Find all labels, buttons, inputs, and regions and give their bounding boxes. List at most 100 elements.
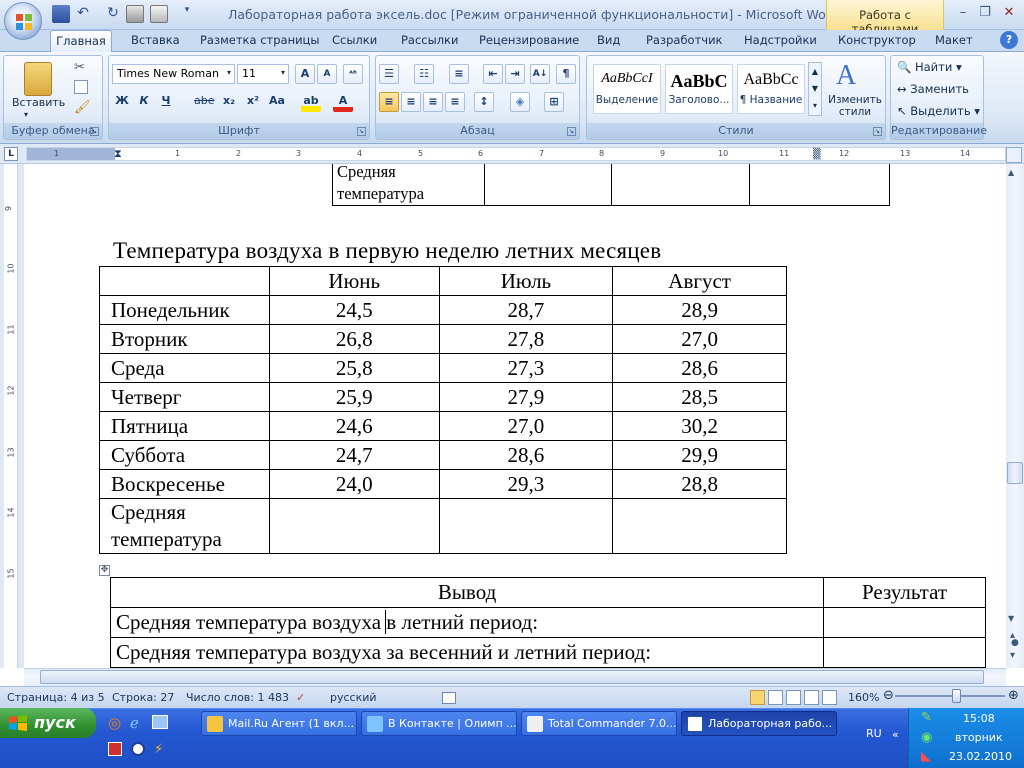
web-layout-icon[interactable] xyxy=(786,690,801,705)
result-cell[interactable] xyxy=(823,637,986,668)
task-total-commander[interactable]: Total Commander 7.0... xyxy=(521,711,677,736)
strikethrough-button[interactable]: abe xyxy=(194,92,215,112)
print-preview-icon[interactable] xyxy=(126,5,144,23)
save-icon[interactable] xyxy=(52,5,70,23)
tab-view[interactable]: Вид xyxy=(597,33,620,47)
tray-status-icon[interactable]: ◉ xyxy=(921,730,932,745)
page-indicator[interactable]: Страница: 4 из 5 xyxy=(7,691,105,704)
tab-mailings[interactable]: Рассылки xyxy=(401,33,458,47)
clock-time[interactable]: 15:08 xyxy=(963,712,995,725)
language-indicator[interactable]: русский xyxy=(330,691,377,704)
value-cell[interactable]: 27,0 xyxy=(438,411,614,441)
browse-object-icon[interactable]: ● xyxy=(1011,638,1019,648)
header-cell[interactable]: Вывод xyxy=(109,577,825,608)
tab-addins[interactable]: Надстройки xyxy=(744,33,817,47)
tab-selector-button[interactable]: L xyxy=(4,147,18,161)
value-cell[interactable]: 25,9 xyxy=(268,382,440,412)
tab-design[interactable]: Конструктор xyxy=(838,33,916,47)
avg-cell[interactable] xyxy=(438,498,614,554)
superscript-button[interactable]: x² xyxy=(243,92,263,112)
task-mail-agent[interactable]: Mail.Ru Агент (1 вкл... xyxy=(201,711,357,736)
horizontal-scroll-thumb[interactable] xyxy=(40,670,984,684)
value-cell[interactable]: 24,6 xyxy=(268,411,440,441)
change-styles-icon[interactable]: A xyxy=(836,60,856,92)
avg-cell[interactable] xyxy=(612,498,787,554)
italic-button[interactable]: К xyxy=(134,92,154,112)
style-emphasis[interactable]: AaBbCcI Выделение xyxy=(593,64,661,114)
scroll-down-icon[interactable]: ▼ xyxy=(1008,614,1014,623)
value-cell[interactable]: 25,8 xyxy=(268,353,440,383)
value-cell[interactable]: 28,8 xyxy=(612,469,787,499)
select-button[interactable]: ↖ Выделить ▾ xyxy=(897,104,980,118)
grow-font-icon[interactable]: A xyxy=(295,64,315,84)
ie-icon[interactable]: ℯ xyxy=(130,714,139,732)
tab-layout[interactable]: Макет xyxy=(935,33,973,47)
justify-icon[interactable]: ≡ xyxy=(445,92,465,112)
value-cell[interactable]: 27,0 xyxy=(612,324,787,354)
next-page-icon[interactable]: ▾ xyxy=(1010,650,1015,661)
outline-icon[interactable] xyxy=(804,690,819,705)
header-cell[interactable]: Результат xyxy=(823,577,986,608)
draft-icon[interactable] xyxy=(822,690,837,705)
table-cell[interactable] xyxy=(748,164,891,206)
value-cell[interactable]: 28,6 xyxy=(438,440,614,470)
font-color-icon[interactable]: A xyxy=(333,92,353,112)
change-styles-button[interactable]: Изменить стили xyxy=(826,94,884,118)
conclusion-cell[interactable]: Средняя температура воздуха за весенний … xyxy=(109,637,825,668)
document-page[interactable]: Средняя температура Температура воздуха … xyxy=(24,164,1006,668)
task-vkontakte[interactable]: В Контакте | Олимп ... xyxy=(361,711,517,736)
quicklaunch-icon-2[interactable] xyxy=(131,742,145,756)
column-marker-icon[interactable]: ▒ xyxy=(813,149,821,160)
increase-indent-icon[interactable]: ⇥ xyxy=(505,64,525,84)
quicklaunch-icon-1[interactable] xyxy=(108,742,122,756)
tray-antivirus-icon[interactable]: ◣ xyxy=(921,749,931,764)
day-cell[interactable]: Понедельник xyxy=(99,295,270,325)
format-painter-icon[interactable]: 🖌 xyxy=(74,100,91,115)
value-cell[interactable]: 26,8 xyxy=(268,324,440,354)
decrease-indent-icon[interactable]: ⇤ xyxy=(483,64,503,84)
header-cell[interactable]: Июль xyxy=(438,266,614,296)
conclusion-cell[interactable]: Средняя температура воздуха в летний пер… xyxy=(109,607,825,638)
view-ruler-icon[interactable] xyxy=(1006,147,1022,163)
highlight-icon[interactable]: ab xyxy=(301,92,321,112)
bullets-icon[interactable]: ☰ xyxy=(379,64,399,84)
align-center-icon[interactable]: ≡ xyxy=(401,92,421,112)
help-icon[interactable]: ? xyxy=(1000,31,1018,49)
find-button[interactable]: 🔍 Найти ▾ xyxy=(897,60,962,74)
tab-page-layout[interactable]: Разметка страницы xyxy=(200,33,319,47)
office-button[interactable] xyxy=(4,2,42,40)
copy-icon[interactable] xyxy=(74,80,88,94)
indent-marker-icon[interactable]: ⧗ xyxy=(114,147,122,161)
zoom-slider[interactable] xyxy=(895,695,1005,697)
value-cell[interactable]: 24,5 xyxy=(268,295,440,325)
undo-icon[interactable]: ↶ xyxy=(74,5,92,23)
day-cell[interactable]: Воскресенье xyxy=(99,469,270,499)
shading-icon[interactable]: ◈ xyxy=(510,92,530,112)
tray-expand-icon[interactable]: « xyxy=(892,728,899,741)
align-right-icon[interactable]: ≡ xyxy=(423,92,443,112)
value-cell[interactable]: 28,9 xyxy=(612,295,787,325)
font-name-combo[interactable]: Times New Roman ▾ xyxy=(112,64,235,84)
customize-toolbar-icon[interactable]: ▾ xyxy=(178,5,196,23)
full-screen-icon[interactable] xyxy=(768,690,783,705)
horizontal-ruler[interactable]: 1 ⧗ 1 2 3 4 5 6 7 8 9 10 11 12 13 14 ▒ xyxy=(26,147,1006,161)
underline-button[interactable]: Ч xyxy=(156,92,176,112)
language-bar[interactable]: RU xyxy=(866,727,882,740)
maximize-icon[interactable]: ❐ xyxy=(974,4,996,22)
clear-format-icon[interactable]: ᴬᴮ xyxy=(343,64,363,84)
tab-references[interactable]: Ссылки xyxy=(332,33,377,47)
spelling-icon[interactable]: ✓ xyxy=(296,691,305,704)
vertical-scroll-thumb[interactable] xyxy=(1007,462,1023,484)
table-cell[interactable] xyxy=(611,164,750,206)
subscript-button[interactable]: x₂ xyxy=(219,92,239,112)
tab-review[interactable]: Рецензирование xyxy=(479,33,579,47)
bold-button[interactable]: Ж xyxy=(112,92,132,112)
table-cell[interactable] xyxy=(484,164,613,206)
vertical-scrollbar[interactable]: ▲ ▼ ▴ ● ▾ xyxy=(1006,164,1024,668)
result-cell[interactable] xyxy=(823,607,986,638)
show-marks-button[interactable]: ¶ xyxy=(556,64,576,84)
header-cell[interactable]: Август xyxy=(612,266,787,296)
day-cell[interactable]: Вторник xyxy=(99,324,270,354)
clipboard-launcher-icon[interactable]: ↘ xyxy=(90,127,99,136)
align-left-icon[interactable]: ≡ xyxy=(379,92,399,112)
